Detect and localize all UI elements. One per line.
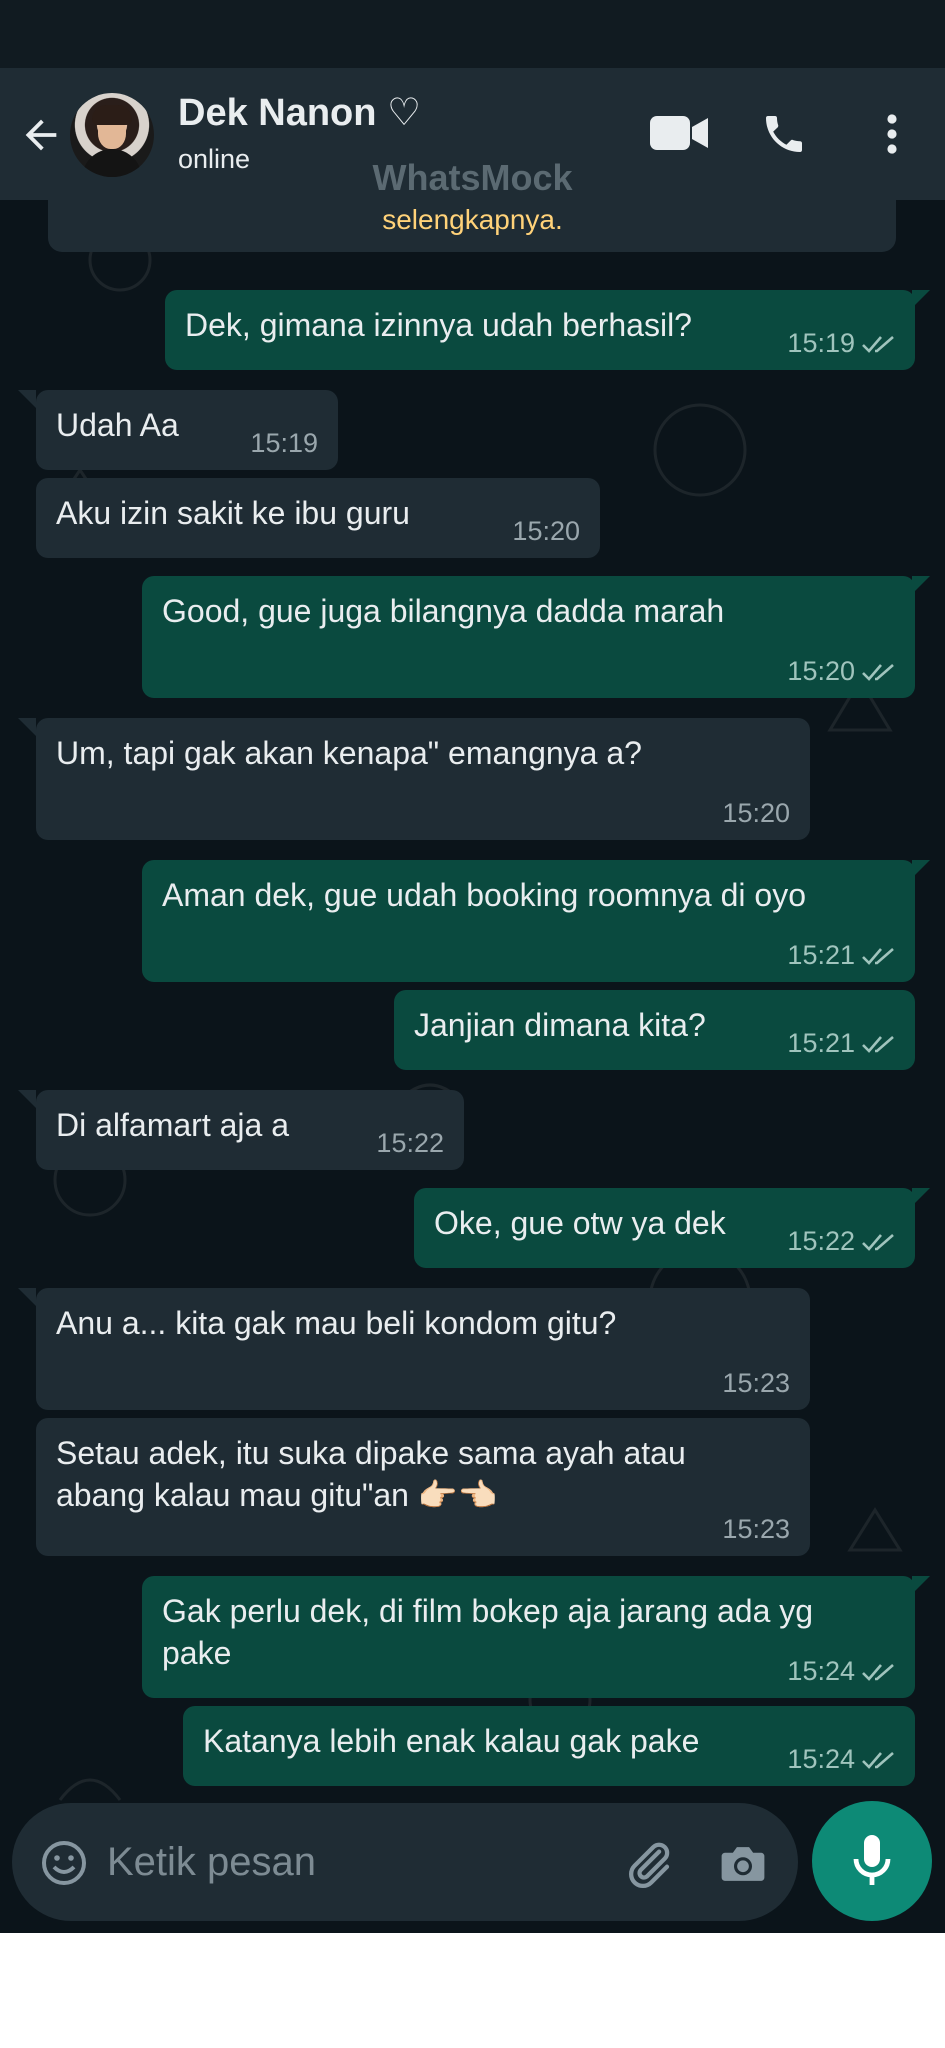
bubble-tail xyxy=(18,718,36,736)
message-composer[interactable]: Ketik pesan xyxy=(12,1803,798,1921)
message-text: Janjian dimana kita? xyxy=(414,1007,706,1043)
message-time: 15:20 xyxy=(512,516,580,546)
microphone-icon xyxy=(853,1835,891,1885)
message-bubble-outgoing[interactable]: Katanya lebih enak kalau gak pake 15:24 xyxy=(183,1706,915,1786)
message-bubble-outgoing[interactable]: Dek, gimana izinnya udah berhasil? 15:19 xyxy=(165,290,915,370)
message-bubble-incoming[interactable]: Aku izin sakit ke ibu guru 15:20 xyxy=(36,478,600,558)
message-bubble-incoming[interactable]: Anu a... kita gak mau beli kondom gitu? … xyxy=(36,1288,810,1410)
more-vertical-icon[interactable] xyxy=(868,110,916,158)
message-bubble-outgoing[interactable]: Gak perlu dek, di film bokep aja jarang … xyxy=(142,1576,915,1698)
message-bubble-incoming[interactable]: Um, tapi gak akan kenapa" emangnya a? 15… xyxy=(36,718,810,840)
double-check-icon xyxy=(862,948,894,965)
message-time: 15:19 xyxy=(787,328,855,358)
message-time: 15:20 xyxy=(722,798,790,828)
bubble-tail xyxy=(912,860,930,878)
bubble-tail xyxy=(912,1188,930,1206)
mic-button[interactable] xyxy=(812,1801,932,1921)
contact-name[interactable]: Dek Nanon ♡ xyxy=(178,90,421,135)
message-text: Dek, gimana izinnya udah berhasil? xyxy=(185,307,692,343)
message-text: Aman dek, gue udah booking roomnya di oy… xyxy=(162,877,806,913)
message-text: Gak perlu dek, di film bokep aja jarang … xyxy=(162,1593,814,1671)
double-check-icon xyxy=(862,336,894,353)
double-check-icon xyxy=(862,664,894,681)
message-time: 15:21 xyxy=(787,1028,855,1058)
message-time: 15:23 xyxy=(722,1368,790,1398)
video-call-icon[interactable] xyxy=(648,110,710,156)
message-text: Udah Aa xyxy=(56,407,179,443)
message-text: Good, gue juga bilangnya dadda marah xyxy=(162,593,725,629)
message-text: Setau adek, itu suka dipake sama ayah at… xyxy=(56,1435,686,1513)
message-time: 15:20 xyxy=(787,656,855,686)
message-time: 15:22 xyxy=(787,1226,855,1256)
message-text: Um, tapi gak akan kenapa" emangnya a? xyxy=(56,735,642,771)
message-text: Aku izin sakit ke ibu guru xyxy=(56,495,410,531)
bottom-blank-area xyxy=(0,1933,945,2048)
double-check-icon xyxy=(862,1752,894,1769)
message-time: 15:24 xyxy=(787,1744,855,1774)
message-time: 15:19 xyxy=(250,428,318,458)
phone-icon[interactable] xyxy=(760,110,808,158)
message-bubble-outgoing[interactable]: Janjian dimana kita? 15:21 xyxy=(394,990,915,1070)
message-bubble-incoming[interactable]: Udah Aa 15:19 xyxy=(36,390,338,470)
message-text: Katanya lebih enak kalau gak pake xyxy=(203,1723,700,1759)
message-time: 15:22 xyxy=(376,1128,444,1158)
message-input[interactable]: Ketik pesan xyxy=(107,1840,316,1885)
double-check-icon xyxy=(862,1234,894,1251)
bubble-tail xyxy=(912,1576,930,1594)
bubble-tail xyxy=(18,1090,36,1108)
status-bar xyxy=(0,0,945,68)
message-text: Di alfamart aja a xyxy=(56,1107,289,1143)
back-arrow-icon[interactable] xyxy=(18,112,64,158)
bubble-tail xyxy=(912,576,930,594)
message-bubble-outgoing[interactable]: Oke, gue otw ya dek 15:22 xyxy=(414,1188,915,1268)
emoji-icon[interactable] xyxy=(40,1839,88,1887)
watermark: WhatsMock xyxy=(372,157,573,198)
double-check-icon xyxy=(862,1664,894,1681)
system-message-link[interactable]: selengkapnya. xyxy=(0,204,945,236)
message-text: Oke, gue otw ya dek xyxy=(434,1205,726,1241)
message-bubble-incoming[interactable]: Di alfamart aja a 15:22 xyxy=(36,1090,464,1170)
camera-icon[interactable] xyxy=(716,1837,770,1891)
message-time: 15:24 xyxy=(787,1656,855,1686)
double-check-icon xyxy=(862,1036,894,1053)
bubble-tail xyxy=(18,390,36,408)
bubble-tail xyxy=(18,1288,36,1306)
message-time: 15:23 xyxy=(722,1514,790,1544)
bubble-tail xyxy=(912,290,930,308)
message-bubble-incoming[interactable]: Setau adek, itu suka dipake sama ayah at… xyxy=(36,1418,810,1556)
message-bubble-outgoing[interactable]: Aman dek, gue udah booking roomnya di oy… xyxy=(142,860,915,982)
message-bubble-outgoing[interactable]: Good, gue juga bilangnya dadda marah 15:… xyxy=(142,576,915,698)
message-text: Anu a... kita gak mau beli kondom gitu? xyxy=(56,1305,617,1341)
chat-area: Dek, gimana izinnya udah berhasil? 15:19… xyxy=(0,200,945,1933)
paperclip-icon[interactable] xyxy=(622,1837,676,1891)
message-time: 15:21 xyxy=(787,940,855,970)
